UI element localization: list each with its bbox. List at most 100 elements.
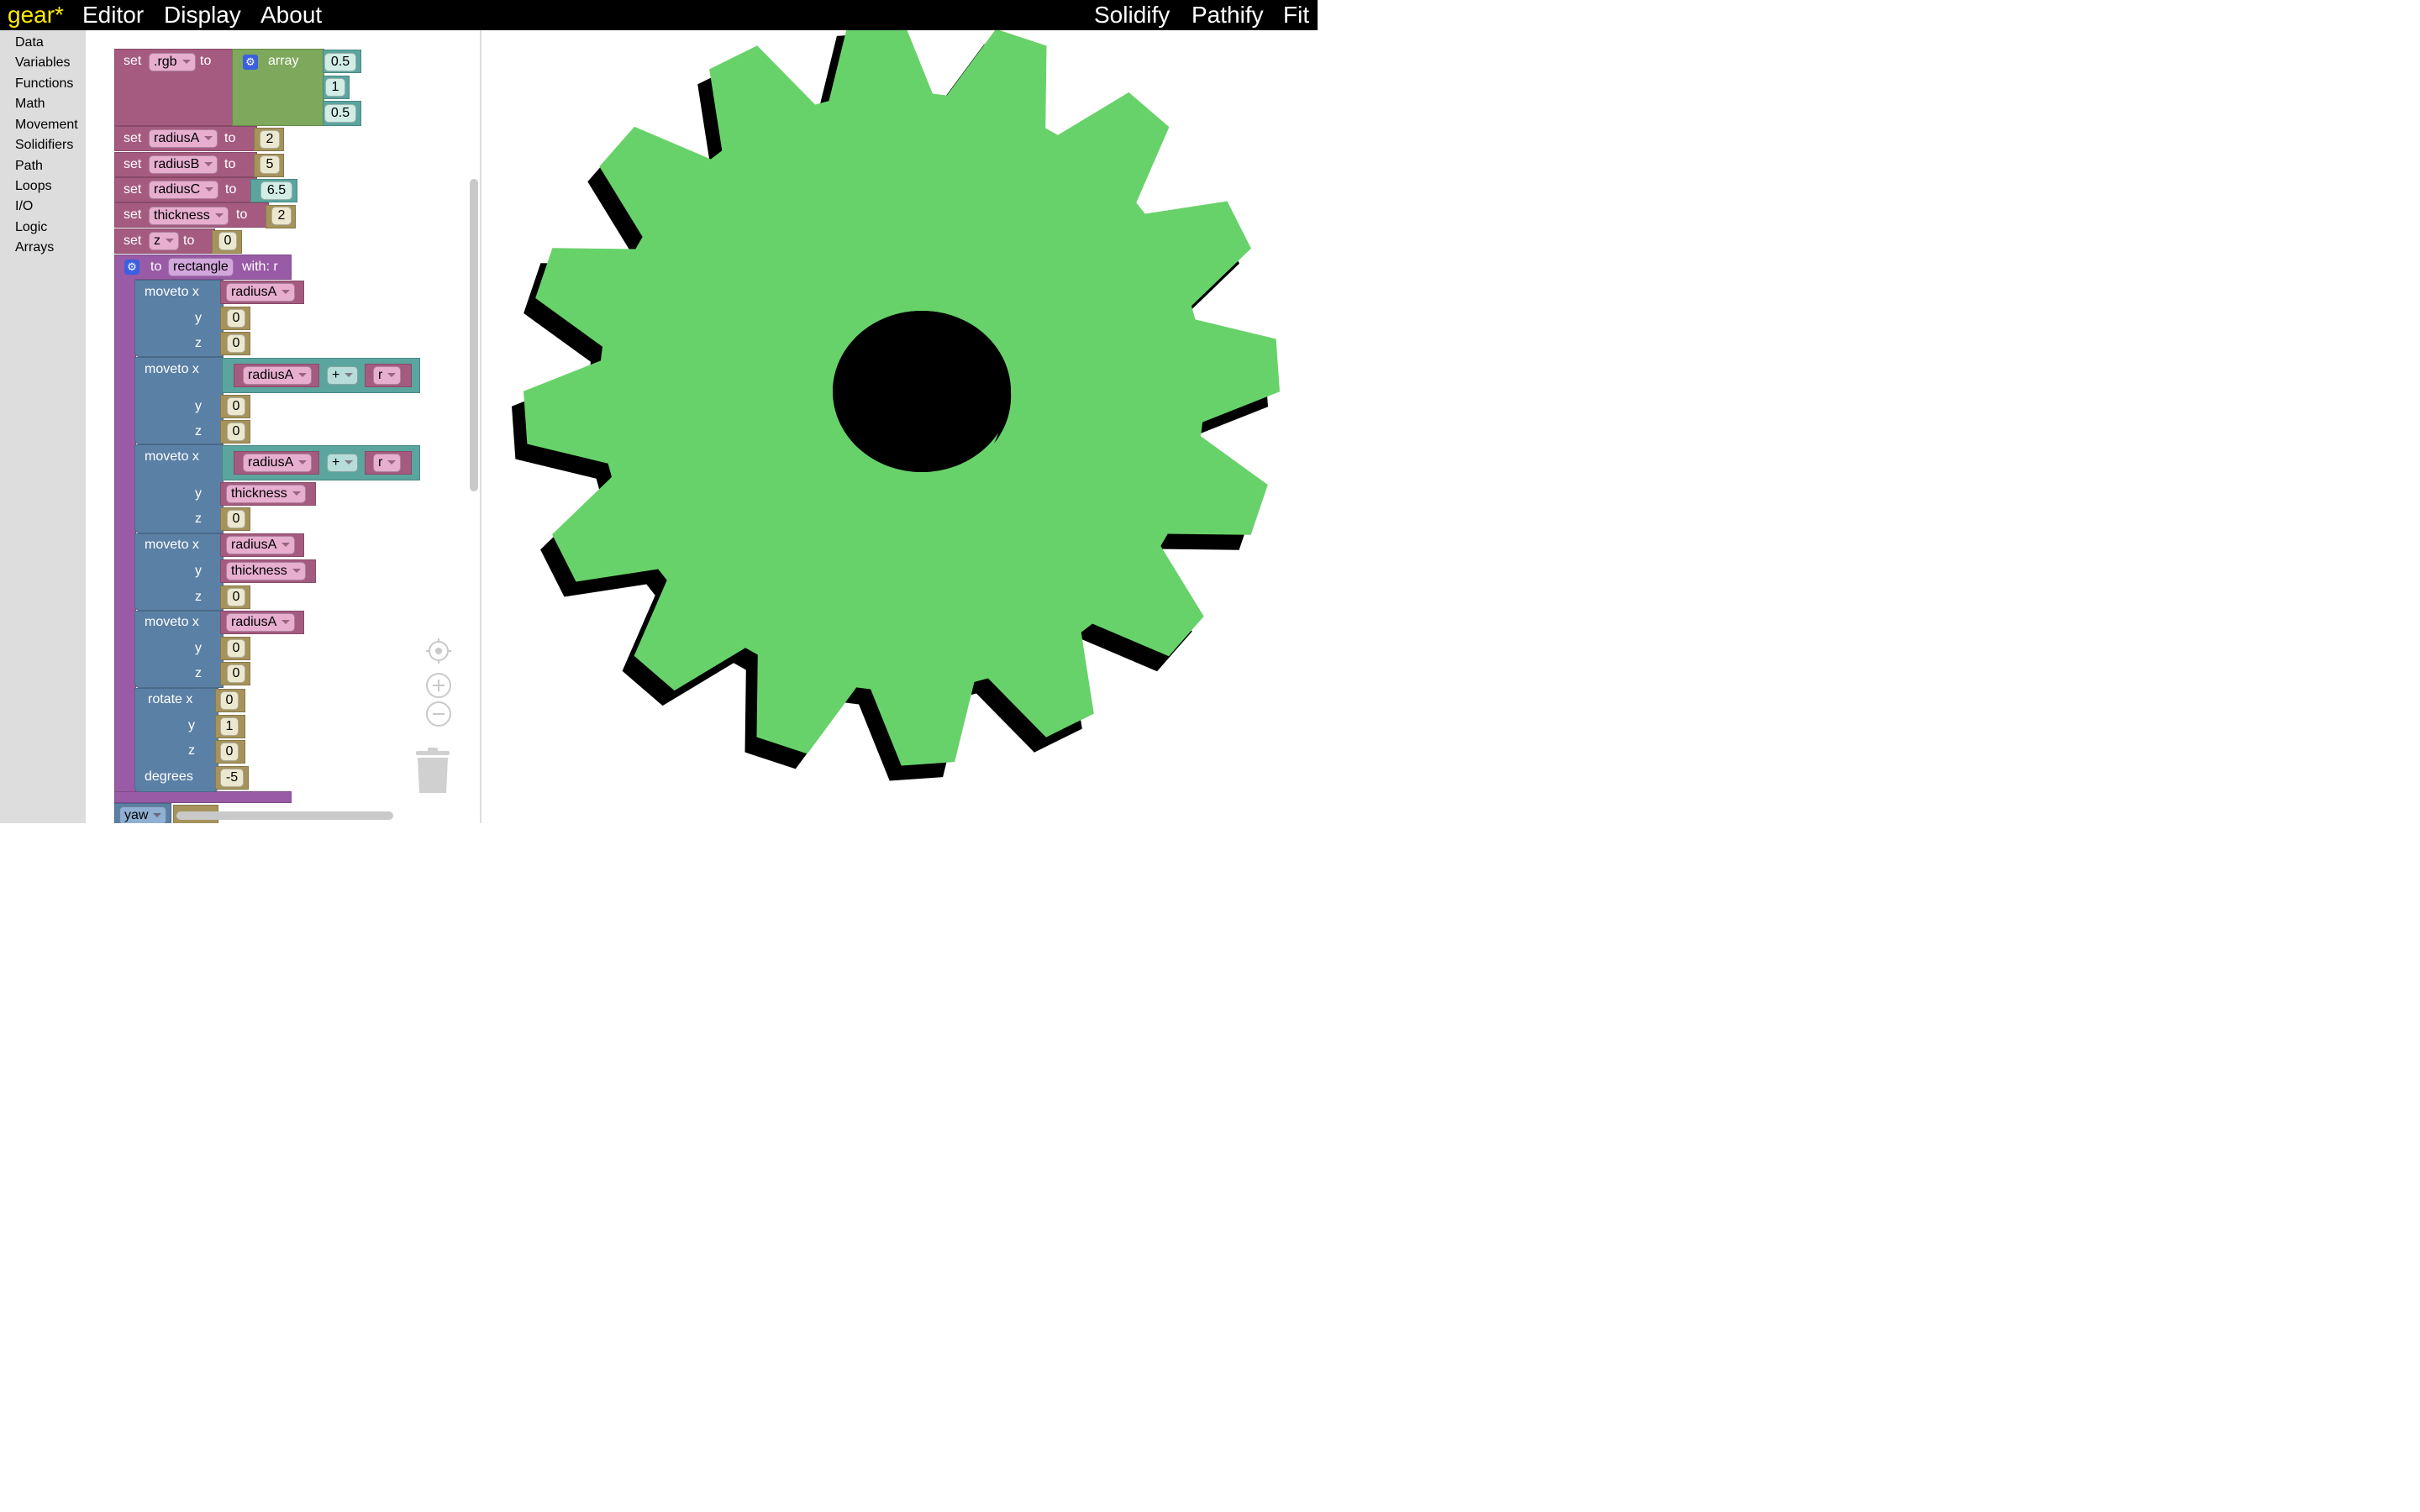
z-label: z bbox=[195, 424, 202, 438]
menu-editor[interactable]: Editor bbox=[82, 1, 144, 29]
z-label: z bbox=[188, 743, 195, 758]
moveto-x-label: moveto x bbox=[145, 538, 199, 552]
gear-model[interactable] bbox=[512, 30, 1280, 781]
radiusB-variable-dropdown[interactable]: radiusB bbox=[149, 155, 218, 174]
toolbox-category-functions[interactable]: Functions bbox=[15, 76, 73, 92]
radiusC-variable-dropdown[interactable]: radiusC bbox=[149, 181, 219, 199]
z-label: z bbox=[195, 512, 202, 526]
menu-fit[interactable]: Fit bbox=[1283, 1, 1309, 29]
chevron-down-icon bbox=[298, 460, 308, 465]
operator-dropdown[interactable]: + bbox=[327, 366, 359, 385]
set-label: set bbox=[124, 207, 142, 222]
chevron-down-icon bbox=[281, 543, 291, 548]
number-input[interactable]: 0 bbox=[227, 664, 245, 683]
number-input[interactable]: 0 bbox=[227, 423, 245, 441]
radiusA-dropdown[interactable]: radiusA bbox=[226, 613, 296, 632]
rgb-g-input[interactable]: 1 bbox=[325, 78, 345, 97]
y-label: y bbox=[195, 311, 202, 325]
chevron-down-icon bbox=[292, 569, 301, 574]
radiusC-value-input[interactable]: 6.5 bbox=[260, 181, 292, 200]
number-input[interactable]: 1 bbox=[220, 717, 239, 736]
degrees-input[interactable]: -5 bbox=[220, 769, 244, 787]
z-label: z bbox=[195, 590, 202, 604]
thickness-dropdown[interactable]: thickness bbox=[226, 562, 306, 580]
radiusA-label: radiusA bbox=[248, 455, 294, 470]
workspace-vertical-scrollbar[interactable] bbox=[470, 179, 478, 491]
gear-icon[interactable]: ⚙ bbox=[124, 260, 139, 275]
menu-about[interactable]: About bbox=[260, 1, 322, 29]
r-variable-dropdown[interactable]: r bbox=[373, 454, 402, 472]
zoom-out-icon[interactable] bbox=[425, 701, 452, 727]
toolbox-category-loops[interactable]: Loops bbox=[15, 179, 52, 194]
toolbox-category-movement[interactable]: Movement bbox=[15, 118, 78, 133]
toolbox-category-solidifiers[interactable]: Solidifiers bbox=[15, 138, 73, 153]
toolbox-category-arrays[interactable]: Arrays bbox=[15, 240, 54, 255]
z-variable-label: z bbox=[154, 234, 160, 248]
number-input[interactable]: 0 bbox=[227, 309, 245, 328]
radiusC-variable-label: radiusC bbox=[154, 182, 201, 197]
thickness-value-input[interactable]: 2 bbox=[271, 207, 292, 225]
number-input[interactable]: 0 bbox=[227, 334, 245, 353]
rgb-variable-dropdown[interactable]: .rgb bbox=[149, 53, 196, 71]
thickness-variable-dropdown[interactable]: thickness bbox=[149, 207, 229, 225]
rotate-x-label: rotate x bbox=[148, 692, 193, 706]
block-workspace[interactable]: set .rgb to ⚙ array 0.5 1 0.5 set radius… bbox=[86, 30, 481, 823]
radiusA-value-input[interactable]: 2 bbox=[260, 130, 280, 149]
radiusA-dropdown[interactable]: radiusA bbox=[226, 283, 296, 302]
number-input[interactable]: 0 bbox=[227, 397, 245, 416]
set-label: set bbox=[124, 54, 142, 68]
toolbox-category-logic[interactable]: Logic bbox=[15, 220, 47, 235]
thickness-dropdown[interactable]: thickness bbox=[226, 485, 306, 503]
zoom-in-icon[interactable] bbox=[425, 672, 452, 699]
rgb-r-input[interactable]: 0.5 bbox=[324, 53, 356, 71]
menu-solidify[interactable]: Solidify bbox=[1094, 1, 1170, 29]
radiusB-value-input[interactable]: 5 bbox=[260, 155, 280, 174]
toolbox-category-data[interactable]: Data bbox=[15, 35, 44, 50]
chevron-down-icon bbox=[204, 162, 213, 167]
z-label: z bbox=[195, 336, 202, 350]
workspace-horizontal-scrollbar[interactable] bbox=[176, 811, 393, 820]
top-menu-bar: gear* Editor Display About Solidify Path… bbox=[0, 0, 1318, 30]
radiusA-variable-dropdown[interactable]: radiusA bbox=[149, 129, 218, 148]
yaw-dropdown[interactable]: yaw bbox=[119, 806, 167, 823]
y-label: y bbox=[195, 564, 202, 578]
menu-display[interactable]: Display bbox=[164, 1, 241, 29]
function-end-cap bbox=[114, 791, 292, 803]
to-label: to bbox=[224, 131, 236, 145]
z-variable-dropdown[interactable]: z bbox=[149, 232, 179, 250]
chevron-down-icon bbox=[205, 187, 214, 192]
recenter-icon[interactable] bbox=[425, 638, 452, 664]
chevron-down-icon bbox=[387, 373, 397, 378]
operator-dropdown[interactable]: + bbox=[327, 454, 359, 472]
number-input[interactable]: 0 bbox=[220, 743, 239, 761]
trash-icon[interactable] bbox=[414, 748, 451, 795]
toolbox-category-io[interactable]: I/O bbox=[15, 199, 33, 214]
r-variable-label: r bbox=[378, 368, 383, 382]
radiusA-label: radiusA bbox=[231, 285, 277, 299]
r-variable-dropdown[interactable]: r bbox=[373, 366, 402, 385]
yaw-label: yaw bbox=[124, 808, 149, 822]
toolbox-category-variables[interactable]: Variables bbox=[15, 55, 71, 71]
toolbox-category-path[interactable]: Path bbox=[15, 159, 43, 174]
number-input[interactable]: 0 bbox=[227, 510, 245, 528]
gear-icon[interactable]: ⚙ bbox=[243, 55, 258, 70]
menu-pathify[interactable]: Pathify bbox=[1192, 1, 1264, 29]
number-input[interactable]: 0 bbox=[227, 588, 245, 606]
number-input[interactable]: 0 bbox=[227, 639, 245, 658]
display-3d-viewport[interactable] bbox=[481, 30, 1318, 823]
rgb-b-input[interactable]: 0.5 bbox=[324, 104, 356, 123]
operator-label: + bbox=[332, 455, 340, 470]
radiusA-variable-label: radiusA bbox=[154, 131, 200, 145]
z-value-input[interactable]: 0 bbox=[218, 232, 237, 250]
radiusA-dropdown[interactable]: radiusA bbox=[243, 366, 313, 385]
to-label: to bbox=[224, 157, 236, 171]
chevron-down-icon bbox=[345, 373, 354, 378]
set-label: set bbox=[124, 157, 142, 171]
function-name-field[interactable]: rectangle bbox=[168, 258, 234, 276]
function-params-label: with: r bbox=[242, 260, 278, 274]
toolbox-category-math[interactable]: Math bbox=[15, 97, 45, 112]
r-variable-label: r bbox=[378, 455, 383, 470]
radiusA-dropdown[interactable]: radiusA bbox=[226, 536, 296, 554]
number-input[interactable]: 0 bbox=[220, 691, 239, 710]
radiusA-dropdown[interactable]: radiusA bbox=[243, 454, 313, 472]
